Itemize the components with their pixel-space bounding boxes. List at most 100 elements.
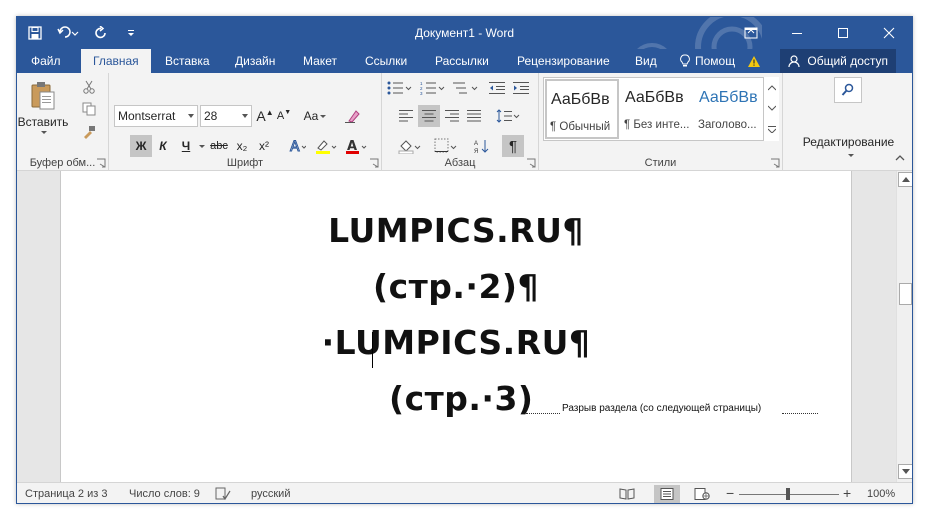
minimize-icon[interactable]: [774, 17, 820, 49]
scroll-up-icon[interactable]: [898, 172, 912, 187]
tab-layout[interactable]: Макет: [291, 49, 349, 73]
style-name: Заголово...: [698, 119, 757, 131]
underline-chevron-icon[interactable]: [199, 145, 205, 148]
italic-button[interactable]: К: [154, 135, 172, 157]
paste-button[interactable]: Вставить: [18, 77, 68, 137]
dialog-launcher-icon[interactable]: [96, 158, 106, 168]
format-painter-icon[interactable]: [79, 123, 99, 141]
align-right-icon[interactable]: [442, 105, 462, 127]
person-icon: [788, 54, 800, 67]
print-layout-icon[interactable]: [654, 485, 680, 503]
subscript-button[interactable]: x₂: [233, 135, 251, 157]
change-case-button[interactable]: Aa: [301, 105, 329, 127]
tab-home[interactable]: Главная: [81, 49, 151, 73]
text-cursor: [372, 332, 373, 368]
dialog-launcher-icon[interactable]: [526, 158, 536, 168]
tab-insert[interactable]: Вставка: [153, 49, 222, 73]
align-center-icon[interactable]: [418, 105, 440, 127]
page-count[interactable]: Страница 2 из 3: [25, 483, 107, 503]
read-mode-icon[interactable]: [614, 485, 640, 503]
editing-button[interactable]: [820, 75, 876, 165]
numbering-icon[interactable]: 123: [418, 79, 448, 97]
warning-icon[interactable]: [747, 55, 761, 68]
word-count[interactable]: Число слов: 9: [129, 483, 200, 503]
style-heading-1[interactable]: АаБбВв Заголово...: [695, 79, 769, 139]
styles-gallery-scroll: [763, 77, 779, 141]
highlight-icon[interactable]: [313, 135, 339, 157]
ribbon: Вставить Буфер обм... Montserrat 28 A ▲ …: [17, 73, 912, 171]
decrease-indent-icon[interactable]: [486, 79, 508, 97]
tell-me-box[interactable]: Помощ: [679, 49, 761, 73]
tab-mailings[interactable]: Рассылки: [423, 49, 501, 73]
lightbulb-icon: [680, 54, 690, 67]
paragraph-group-label: Абзац: [444, 157, 476, 169]
proofing-icon[interactable]: [215, 483, 231, 503]
shading-icon[interactable]: [396, 135, 424, 157]
style-no-spacing[interactable]: АаБбВв ¶ Без инте...: [621, 79, 695, 139]
font-size-value: 28: [204, 109, 218, 123]
tab-file[interactable]: Файл: [19, 49, 73, 73]
share-button[interactable]: Общий доступ: [780, 49, 896, 73]
paste-icon: [31, 81, 55, 109]
scroll-thumb[interactable]: [899, 283, 912, 305]
section-break-dots: [526, 413, 560, 414]
text-effects-icon[interactable]: A: [285, 135, 309, 157]
ribbon-display-options-icon[interactable]: [728, 17, 774, 49]
gallery-more-icon[interactable]: [764, 119, 779, 139]
font-group-label: Шрифт: [226, 157, 264, 169]
strikethrough-button[interactable]: abc: [207, 135, 231, 157]
doc-line-4[interactable]: (стр.·3): [389, 379, 534, 418]
doc-line-2[interactable]: (стр.·2)¶: [61, 267, 851, 306]
maximize-icon[interactable]: [820, 17, 866, 49]
tab-review[interactable]: Рецензирование: [505, 49, 622, 73]
underline-button[interactable]: Ч: [177, 135, 195, 157]
bullets-icon[interactable]: [385, 79, 415, 97]
style-sample: АаБбВв: [625, 89, 684, 106]
sort-icon[interactable]: AЯ: [472, 135, 492, 157]
borders-icon[interactable]: [432, 135, 460, 157]
zoom-slider-thumb[interactable]: [786, 488, 790, 500]
dialog-launcher-icon[interactable]: [369, 158, 379, 168]
tab-references[interactable]: Ссылки: [353, 49, 419, 73]
tab-view[interactable]: Вид: [623, 49, 669, 73]
title-bar: Документ1 - Word: [17, 17, 912, 73]
cut-icon[interactable]: [79, 78, 99, 96]
doc-line-3[interactable]: ·LUMPICS.RU¶: [61, 323, 851, 362]
shrink-font-icon[interactable]: A ▼: [275, 105, 293, 127]
document-page[interactable]: LUMPICS.RU¶ (стр.·2)¶ ·LUMPICS.RU¶ (стр.…: [60, 171, 852, 482]
font-color-icon[interactable]: A: [343, 135, 369, 157]
gallery-down-icon[interactable]: [764, 99, 779, 117]
close-icon[interactable]: [866, 17, 912, 49]
vertical-scrollbar[interactable]: [896, 171, 912, 482]
line-spacing-icon[interactable]: [494, 105, 522, 127]
gallery-up-icon[interactable]: [764, 79, 779, 97]
zoom-in-button[interactable]: +: [843, 483, 851, 503]
bold-button[interactable]: Ж: [130, 135, 152, 157]
show-marks-button[interactable]: ¶: [502, 135, 524, 157]
copy-icon[interactable]: [79, 100, 99, 118]
font-size-combo[interactable]: 28: [200, 105, 252, 127]
font-name-combo[interactable]: Montserrat: [114, 105, 198, 127]
increase-indent-icon[interactable]: [510, 79, 532, 97]
justify-icon[interactable]: [464, 105, 484, 127]
multilevel-list-icon[interactable]: [451, 79, 481, 97]
collapse-ribbon-icon[interactable]: [893, 151, 907, 165]
language[interactable]: русский: [251, 483, 290, 503]
font-group: Montserrat 28 A▲ A▼ Aa Ж К Ч abc x₂ x²: [109, 73, 382, 171]
align-left-icon[interactable]: [396, 105, 416, 127]
web-layout-icon[interactable]: [689, 485, 715, 503]
zoom-level[interactable]: 100%: [867, 483, 895, 503]
tab-design[interactable]: Дизайн: [223, 49, 287, 73]
doc-line-1[interactable]: LUMPICS.RU¶: [61, 211, 851, 250]
dialog-launcher-icon[interactable]: [770, 158, 780, 168]
scroll-down-icon[interactable]: [898, 464, 912, 479]
grow-font-icon[interactable]: A ▲: [256, 105, 274, 127]
svg-text:A: A: [290, 139, 300, 154]
style-normal[interactable]: АаБбВв ¶ Обычный: [545, 79, 619, 139]
zoom-out-button[interactable]: −: [726, 483, 734, 503]
paste-label: Вставить: [17, 114, 69, 129]
superscript-button[interactable]: x²: [255, 135, 273, 157]
section-break-dots: [782, 413, 818, 414]
clear-formatting-icon[interactable]: [341, 105, 363, 127]
search-icon: [834, 77, 862, 103]
